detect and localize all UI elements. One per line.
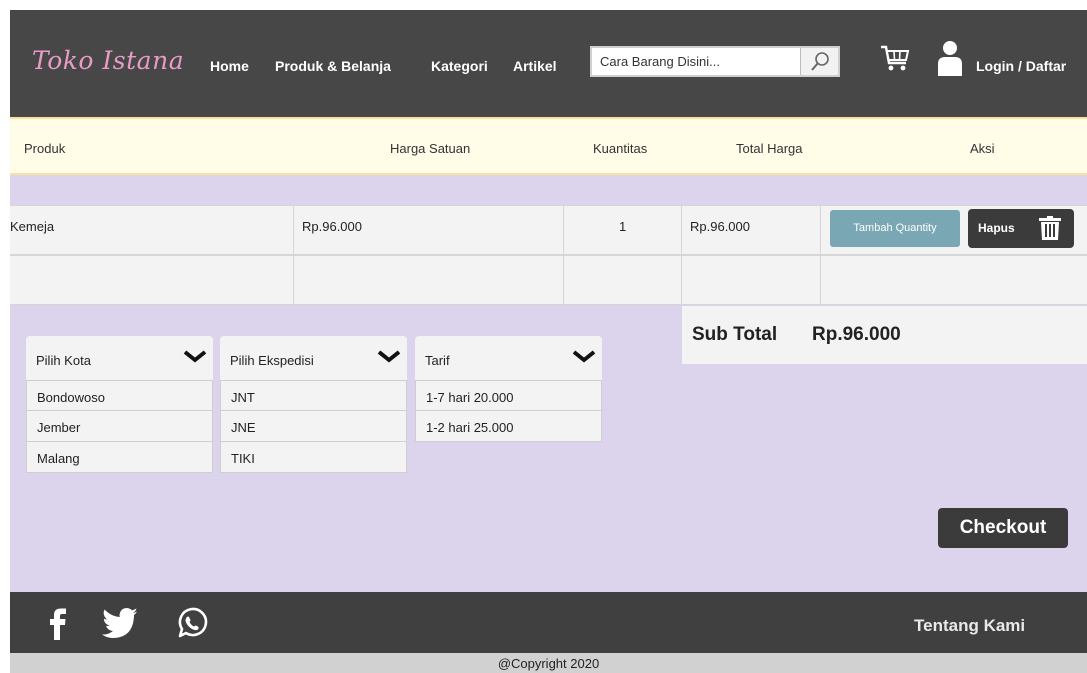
search-button[interactable] xyxy=(800,48,838,75)
dropdown-pilih-kota: Pilih Kota Bondowoso Jember Malang xyxy=(26,336,213,473)
search-icon xyxy=(811,52,829,71)
nav-artikel[interactable]: Artikel xyxy=(513,58,557,74)
nav-kategori[interactable]: Kategori xyxy=(431,58,488,74)
cell-empty xyxy=(294,256,564,304)
whatsapp-icon[interactable] xyxy=(176,607,208,639)
col-produk: Produk xyxy=(24,141,66,156)
dropdown-pilih-ekspedisi: Pilih Ekspedisi JNT JNE TIKI xyxy=(220,336,407,473)
copyright-bar: @Copyright 2020 xyxy=(10,653,1087,673)
trash-icon xyxy=(1039,216,1061,240)
cart-table-header: Produk Harga Satuan Kuantitas Total Harg… xyxy=(10,117,1087,175)
cell-kuantitas: 1 xyxy=(564,206,682,254)
cart-main-area: Kemeja Rp.96.000 1 Rp.96.000 Tambah Quan… xyxy=(10,175,1087,592)
subtotal-value: Rp.96.000 xyxy=(812,324,901,345)
table-row-empty xyxy=(10,255,1087,305)
brand-logo[interactable]: Toko Istana xyxy=(32,46,184,75)
user-icon xyxy=(938,41,962,76)
chevron-down-icon xyxy=(183,350,207,363)
cell-empty xyxy=(682,256,821,304)
hapus-button[interactable]: Hapus xyxy=(968,209,1074,248)
chevron-down-icon xyxy=(377,350,401,363)
cell-produk: Kemeja xyxy=(10,206,294,254)
search-input[interactable] xyxy=(594,50,800,73)
col-aksi: Aksi xyxy=(970,141,995,156)
option-tarif[interactable]: 1-7 hari 20.000 xyxy=(415,380,602,411)
option-kota[interactable]: Malang xyxy=(26,442,213,473)
tentang-kami-link[interactable]: Tentang Kami xyxy=(914,616,1025,636)
option-tarif[interactable]: 1-2 hari 25.000 xyxy=(415,411,602,442)
dropdown-kota-toggle[interactable]: Pilih Kota xyxy=(26,336,213,380)
dropdown-tarif-label: Tarif xyxy=(425,353,450,368)
option-ekspedisi[interactable]: TIKI xyxy=(220,442,407,473)
cell-total: Rp.96.000 xyxy=(682,206,821,254)
hapus-label: Hapus xyxy=(978,221,1015,235)
copyright-text: @Copyright 2020 xyxy=(497,656,600,671)
search-box xyxy=(590,46,840,77)
dropdown-kota-label: Pilih Kota xyxy=(36,353,91,368)
dropdown-tarif: Tarif 1-7 hari 20.000 1-2 hari 25.000 xyxy=(415,336,602,442)
option-kota[interactable]: Bondowoso xyxy=(26,380,213,411)
cell-empty xyxy=(564,256,682,304)
nav-home[interactable]: Home xyxy=(210,58,249,74)
option-ekspedisi[interactable]: JNT xyxy=(220,380,407,411)
facebook-icon[interactable] xyxy=(50,608,66,640)
subtotal-label: Sub Total xyxy=(692,324,778,345)
cell-harga: Rp.96.000 xyxy=(294,206,564,254)
col-total-harga: Total Harga xyxy=(736,141,803,156)
cell-empty xyxy=(10,256,294,304)
tambah-quantity-button[interactable]: Tambah Quantity xyxy=(830,210,960,247)
option-kota[interactable]: Jember xyxy=(26,411,213,442)
dropdown-ekspedisi-toggle[interactable]: Pilih Ekspedisi xyxy=(220,336,407,380)
col-harga-satuan: Harga Satuan xyxy=(390,141,471,156)
dropdown-ekspedisi-label: Pilih Ekspedisi xyxy=(230,353,314,368)
subtotal-box: Sub Total Rp.96.000 xyxy=(682,306,1087,364)
cart-icon[interactable] xyxy=(879,42,911,74)
col-kuantitas: Kuantitas xyxy=(593,141,648,156)
twitter-icon[interactable] xyxy=(102,608,138,638)
nav-produk-belanja[interactable]: Produk & Belanja xyxy=(275,58,391,74)
footer-bar: Tentang Kami xyxy=(10,592,1087,653)
header-bar: Toko Istana Home Produk & Belanja Katego… xyxy=(10,10,1087,117)
chevron-down-icon xyxy=(572,350,596,363)
login-daftar-link[interactable]: Login / Daftar xyxy=(976,58,1066,74)
dropdown-tarif-toggle[interactable]: Tarif xyxy=(415,336,602,380)
checkout-button[interactable]: Checkout xyxy=(938,508,1068,548)
option-ekspedisi[interactable]: JNE xyxy=(220,411,407,442)
